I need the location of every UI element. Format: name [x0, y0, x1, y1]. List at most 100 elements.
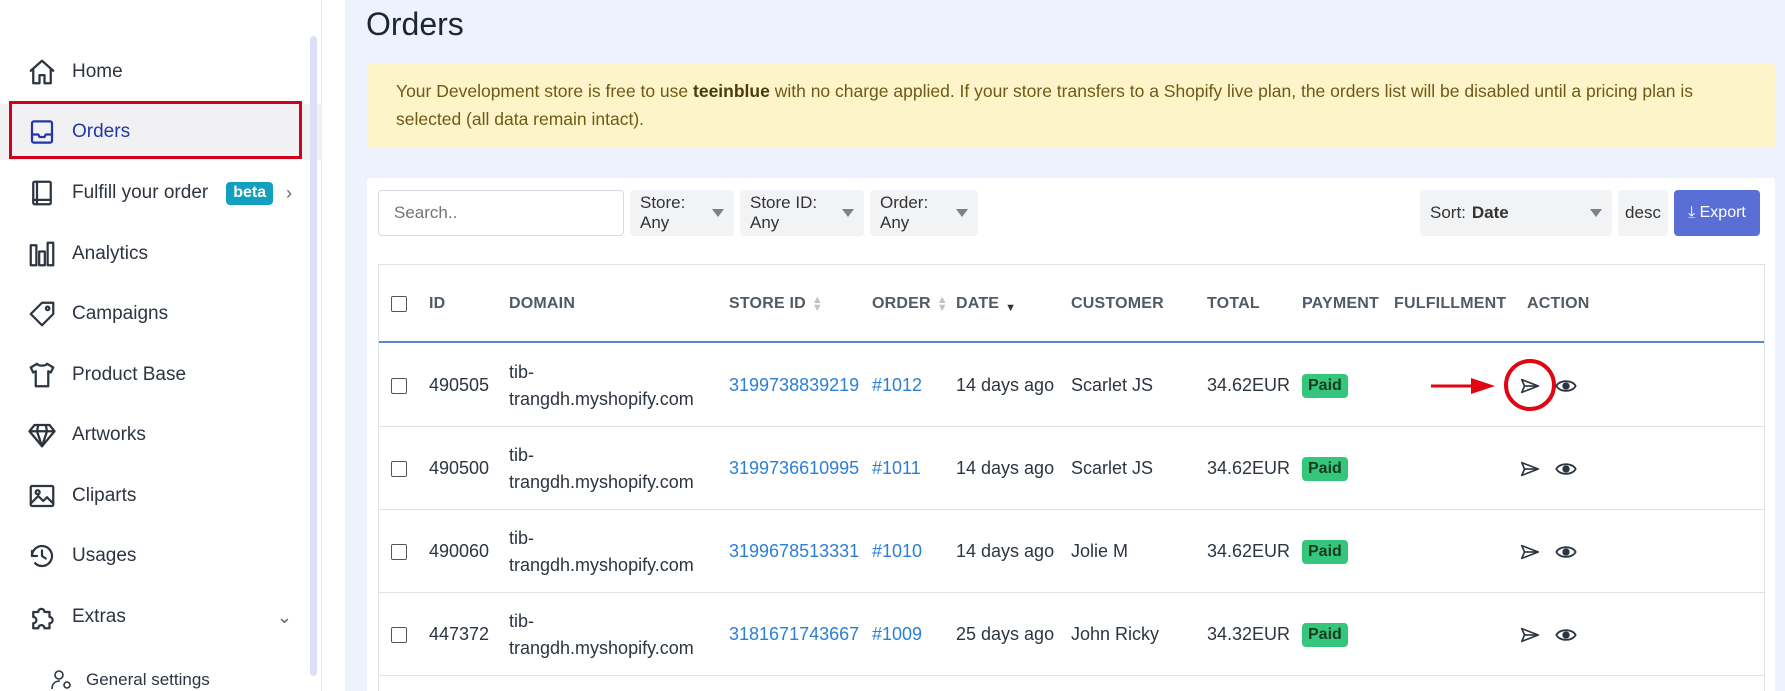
book-icon: [26, 177, 58, 209]
payment-cell: Paid: [1302, 427, 1348, 510]
sidebar-item-label: Orders: [72, 121, 131, 142]
order-link[interactable]: #1011: [872, 427, 921, 510]
order-total: 34.32EUR: [1207, 624, 1291, 644]
sidebar-item-usages[interactable]: Usages: [0, 528, 322, 584]
order-total: 34.62EUR: [1207, 375, 1291, 395]
col-order-label: ORDER: [872, 295, 931, 312]
sidebar-item-label: Artworks: [72, 424, 146, 445]
order-date: 14 days ago: [956, 458, 1055, 478]
col-total: TOTAL: [1207, 295, 1260, 312]
store-id-link[interactable]: 3181671743667: [729, 593, 859, 676]
annotation-circle: [1504, 359, 1556, 411]
eye-icon[interactable]: [1555, 593, 1577, 676]
caret-down-icon: [956, 209, 968, 217]
col-payment: PAYMENT: [1302, 295, 1379, 312]
order-link[interactable]: #1012: [872, 344, 922, 427]
sort-label: Sort:: [1430, 203, 1466, 222]
caret-down-icon: [842, 209, 854, 217]
domain-text: tib-: [509, 444, 535, 465]
caret-down-icon: [1590, 209, 1602, 217]
row-checkbox[interactable]: [391, 543, 407, 560]
select-all-checkbox[interactable]: [391, 296, 407, 312]
sort-icon: ▲ ▼: [811, 293, 823, 314]
row-checkbox[interactable]: [391, 626, 407, 643]
order-id: 447372: [429, 624, 490, 644]
order-id: 490505: [429, 375, 490, 395]
domain-text: tib-: [509, 610, 535, 631]
domain-text: tib-: [509, 527, 535, 548]
sidebar-item-home[interactable]: Home: [0, 44, 322, 100]
domain-text: trangdh.myshopify.com: [509, 554, 694, 575]
store-id-filter-dropdown[interactable]: Store ID: Any: [740, 190, 864, 236]
col-order[interactable]: ORDER ▲ ▼: [872, 293, 948, 314]
domain-text: tib-: [509, 361, 535, 382]
row-select-cell: [391, 344, 407, 427]
notice-text: Your Development store is free to use: [396, 81, 694, 101]
sidebar-subitem-general-settings[interactable]: General settings: [50, 668, 210, 691]
inbox-icon: [26, 116, 58, 148]
eye-icon[interactable]: [1555, 427, 1577, 510]
store-id-link[interactable]: 3199738839219: [729, 344, 859, 427]
col-id: ID: [429, 295, 446, 312]
sidebar-item-product-base[interactable]: Product Base: [0, 347, 322, 403]
image-icon: [26, 480, 58, 512]
sidebar-item-label: Extras: [72, 606, 126, 627]
send-icon[interactable]: [1519, 510, 1541, 593]
order-link[interactable]: #1010: [872, 510, 922, 593]
sidebar-item-label: Fulfill your order: [72, 182, 209, 203]
sidebar-item-extras[interactable]: Extras ⌄: [0, 589, 322, 645]
col-fulfillment: FULFILLMENT: [1394, 295, 1507, 312]
paid-badge: Paid: [1302, 622, 1348, 647]
puzzle-icon: [26, 601, 58, 633]
export-button[interactable]: ⤓ Export: [1674, 190, 1760, 236]
send-icon[interactable]: [1519, 593, 1541, 676]
sort-desc-icon: ▼: [1005, 301, 1017, 314]
sidebar-item-artworks[interactable]: Artworks: [0, 407, 322, 463]
col-action: ACTION: [1527, 295, 1590, 312]
sort-dropdown[interactable]: Sort: Date: [1420, 190, 1612, 236]
sidebar-item-label: Home: [72, 61, 123, 82]
sort-icon: ▲ ▼: [936, 293, 948, 314]
store-filter-label: Store: Any: [640, 193, 686, 232]
order-date: 14 days ago: [956, 541, 1055, 561]
sidebar-item-orders[interactable]: Orders: [0, 104, 322, 160]
sidebar-item-cliparts[interactable]: Cliparts: [0, 468, 322, 524]
chevron-right-icon: ›: [286, 182, 292, 203]
domain-cell: tib-trangdh.myshopify.com: [509, 344, 694, 427]
eye-icon[interactable]: [1555, 510, 1577, 593]
tag-icon: [26, 298, 58, 330]
col-date[interactable]: DATE ▼: [956, 295, 1016, 313]
table-row: 447372 tib-trangdh.myshopify.com 3181671…: [379, 593, 1764, 676]
store-id-link[interactable]: 3199678513331: [729, 510, 859, 593]
store-filter-dropdown[interactable]: Store: Any: [630, 190, 734, 236]
domain-text: trangdh.myshopify.com: [509, 388, 694, 409]
sidebar-item-campaigns[interactable]: Campaigns: [0, 286, 322, 342]
col-date-label: DATE: [956, 295, 1000, 312]
send-icon[interactable]: [1519, 427, 1541, 510]
table-header: ID DOMAIN STORE ID ▲ ▼ ORDER ▲ ▼ DATE ▼ CUSTO…: [379, 265, 1764, 343]
sort-direction-button[interactable]: desc: [1618, 190, 1668, 236]
payment-cell: Paid: [1302, 344, 1348, 427]
eye-icon[interactable]: [1555, 344, 1577, 427]
user-settings-icon: [51, 670, 71, 690]
sidebar-item-fulfill[interactable]: Fulfill your order beta ›: [0, 165, 322, 221]
domain-cell: tib-trangdh.myshopify.com: [509, 510, 694, 593]
diamond-icon: [26, 419, 58, 451]
sidebar-scrollbar[interactable]: [310, 36, 317, 676]
main-content: Orders Your Development store is free to…: [345, 0, 1785, 691]
annotation-arrow: [1429, 344, 1497, 427]
col-store-id[interactable]: STORE ID ▲ ▼: [729, 293, 823, 314]
customer-name: Scarlet JS: [1071, 458, 1154, 478]
store-id-link[interactable]: 3199736610995: [729, 427, 859, 510]
row-checkbox[interactable]: [391, 460, 407, 477]
order-filter-dropdown[interactable]: Order: Any: [870, 190, 978, 236]
order-id: 490500: [429, 458, 490, 478]
paid-badge: Paid: [1302, 456, 1348, 481]
row-checkbox[interactable]: [391, 377, 407, 394]
search-input[interactable]: [378, 190, 624, 236]
order-link[interactable]: #1009: [872, 593, 922, 676]
sidebar-item-label: Product Base: [72, 364, 187, 385]
sidebar-item-analytics[interactable]: Analytics: [0, 226, 322, 282]
chevron-down-icon: ⌄: [276, 606, 292, 627]
domain-cell: tib-trangdh.myshopify.com: [509, 593, 694, 676]
